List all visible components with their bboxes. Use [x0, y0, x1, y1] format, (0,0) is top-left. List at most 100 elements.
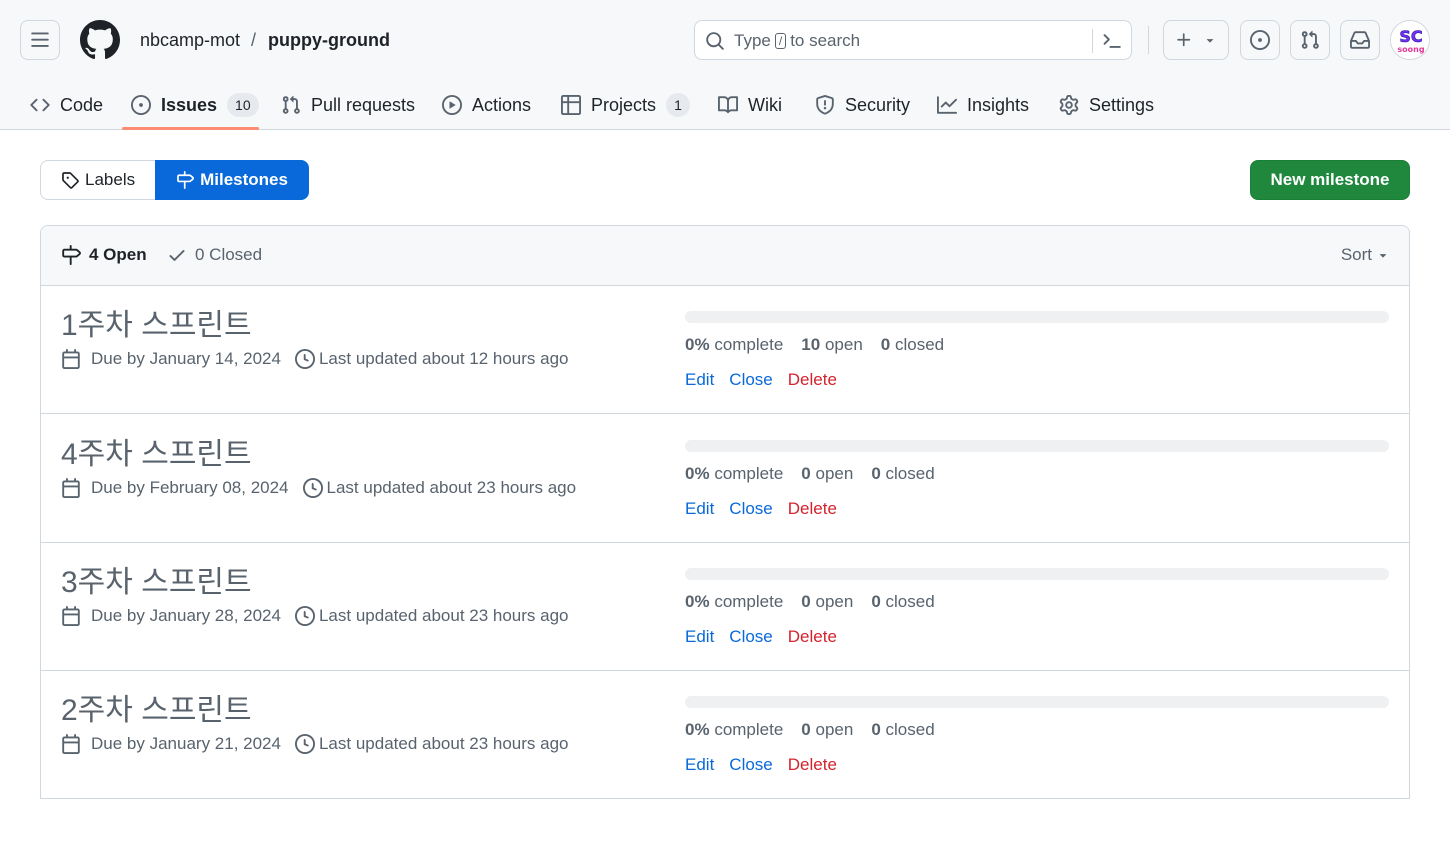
- calendar-icon: [61, 478, 81, 498]
- stat-open[interactable]: 0 open: [801, 592, 853, 612]
- close-link[interactable]: Close: [729, 370, 772, 390]
- stat-closed-label: closed: [894, 335, 945, 354]
- clock-icon: [294, 734, 315, 754]
- issues-button[interactable]: [1240, 20, 1280, 60]
- delete-link[interactable]: Delete: [788, 370, 837, 390]
- stat-closed-count: 0: [871, 464, 881, 483]
- stat-closed[interactable]: 0 closed: [871, 464, 934, 484]
- milestone-meta: Due by February 08, 2024 Last updated ab…: [61, 478, 576, 498]
- milestone-last-updated: Last updated about 12 hours ago: [318, 349, 569, 368]
- calendar-icon: [61, 734, 81, 754]
- stat-closed-label: closed: [885, 592, 935, 611]
- stat-closed-count: 0: [880, 335, 891, 354]
- tab-pull-requests[interactable]: Pull requests: [281, 88, 415, 122]
- stat-complete: 0% complete: [685, 592, 783, 612]
- graph-icon: [937, 95, 957, 115]
- tab-security[interactable]: Security: [815, 88, 910, 122]
- edit-link[interactable]: Edit: [685, 370, 714, 390]
- delete-link[interactable]: Delete: [788, 499, 837, 519]
- open-global-nav-button[interactable]: [20, 20, 60, 60]
- table-icon: [561, 95, 581, 115]
- stat-closed[interactable]: 0 closed: [881, 335, 944, 355]
- stat-complete-percent: 0%: [685, 720, 710, 739]
- stat-complete: 0% complete: [685, 720, 783, 740]
- open-filter-link[interactable]: 4 Open: [61, 245, 147, 265]
- projects-counter: 1: [666, 93, 691, 117]
- plus-icon: [1177, 33, 1191, 47]
- stat-closed[interactable]: 0 closed: [871, 592, 934, 612]
- breadcrumb-owner[interactable]: nbcamp-mot: [140, 29, 240, 51]
- breadcrumb-repo[interactable]: puppy-ground: [268, 29, 390, 51]
- closed-filter-label: 0 Closed: [195, 245, 263, 264]
- delete-link[interactable]: Delete: [788, 755, 837, 775]
- close-link[interactable]: Close: [729, 755, 772, 775]
- issue-opened-icon: [131, 95, 151, 115]
- stat-complete-percent: 0%: [685, 335, 710, 354]
- milestone-last-updated: Last updated about 23 hours ago: [326, 478, 577, 497]
- tab-settings[interactable]: Settings: [1059, 88, 1154, 122]
- user-avatar[interactable]: SC soong: [1390, 20, 1430, 60]
- milestone-list: 4 Open 0 Closed Sort 1주차 스프린트 Due by Jan…: [40, 225, 1410, 799]
- milestone-title[interactable]: 1주차 스프린트: [61, 308, 252, 344]
- milestones-tab-button[interactable]: Milestones: [155, 160, 309, 200]
- search-input[interactable]: Type / to search: [694, 20, 1132, 60]
- app-header: nbcamp-mot / puppy-ground Type / to sear…: [0, 0, 1450, 130]
- open-filter-label: 4 Open: [89, 245, 147, 264]
- github-logo-icon[interactable]: [80, 20, 120, 60]
- milestone-title[interactable]: 4주차 스프린트: [61, 437, 252, 473]
- milestone-last-updated: Last updated about 23 hours ago: [318, 734, 569, 753]
- breadcrumb-separator: /: [251, 30, 257, 50]
- milestone-due-date: Due by February 08, 2024: [91, 478, 289, 497]
- stat-closed[interactable]: 0 closed: [871, 720, 934, 740]
- edit-link[interactable]: Edit: [685, 499, 714, 519]
- create-new-button[interactable]: [1163, 20, 1229, 60]
- tab-wiki[interactable]: Wiki: [718, 88, 782, 122]
- pull-requests-button[interactable]: [1290, 20, 1330, 60]
- tab-projects[interactable]: Projects 1: [561, 88, 691, 122]
- inbox-button[interactable]: [1340, 20, 1380, 60]
- milestone-row: 3주차 스프린트 Due by January 28, 2024 Last up…: [41, 543, 1409, 671]
- closed-filter-link[interactable]: 0 Closed: [167, 245, 262, 265]
- milestone-due-date: Due by January 14, 2024: [91, 349, 281, 368]
- close-link[interactable]: Close: [729, 627, 772, 647]
- tab-issues[interactable]: Issues 10: [131, 88, 259, 122]
- milestone-title[interactable]: 3주차 스프린트: [61, 565, 252, 601]
- tag-icon: [62, 172, 79, 189]
- tab-actions[interactable]: Actions: [442, 88, 531, 122]
- labels-tab-label: Labels: [85, 170, 136, 189]
- labels-tab-button[interactable]: Labels: [40, 160, 156, 200]
- calendar-icon: [61, 606, 81, 626]
- stat-complete-label: complete: [714, 720, 784, 739]
- stat-open[interactable]: 0 open: [801, 720, 853, 740]
- labels-milestones-switcher: Labels Milestones: [40, 160, 309, 200]
- milestones-tab-label: Milestones: [200, 170, 288, 189]
- stat-closed-label: closed: [885, 464, 935, 483]
- edit-link[interactable]: Edit: [685, 627, 714, 647]
- check-icon: [169, 250, 185, 261]
- milestone-stats: 0% complete 10 open 0 closed: [685, 335, 944, 355]
- close-link[interactable]: Close: [729, 499, 772, 519]
- tab-actions-label: Actions: [472, 94, 532, 115]
- milestone-icon: [177, 171, 195, 189]
- milestone-row: 2주차 스프린트 Due by January 21, 2024 Last up…: [41, 671, 1409, 798]
- tab-settings-label: Settings: [1089, 94, 1155, 115]
- new-milestone-button[interactable]: New milestone: [1250, 160, 1410, 200]
- top-bar: nbcamp-mot / puppy-ground Type / to sear…: [0, 0, 1450, 80]
- tab-insights[interactable]: Insights: [937, 88, 1029, 122]
- stat-open-label: open: [815, 464, 854, 483]
- delete-link[interactable]: Delete: [788, 627, 837, 647]
- tab-code[interactable]: Code: [30, 88, 103, 122]
- stat-open[interactable]: 0 open: [801, 464, 853, 484]
- edit-link[interactable]: Edit: [685, 755, 714, 775]
- milestone-progress-bar: [685, 568, 1389, 580]
- triangle-down-icon: [1206, 39, 1214, 43]
- milestone-title[interactable]: 2주차 스프린트: [61, 693, 252, 729]
- sort-dropdown[interactable]: Sort: [1341, 245, 1390, 265]
- milestone-meta: Due by January 14, 2024 Last updated abo…: [61, 349, 569, 369]
- command-palette-icon[interactable]: [1102, 31, 1122, 51]
- stat-closed-count: 0: [871, 592, 881, 611]
- stat-open[interactable]: 10 open: [801, 335, 862, 355]
- stat-complete: 0% complete: [685, 335, 783, 355]
- milestone-row: 1주차 스프린트 Due by January 14, 2024 Last up…: [41, 286, 1409, 414]
- stat-complete-percent: 0%: [685, 592, 710, 611]
